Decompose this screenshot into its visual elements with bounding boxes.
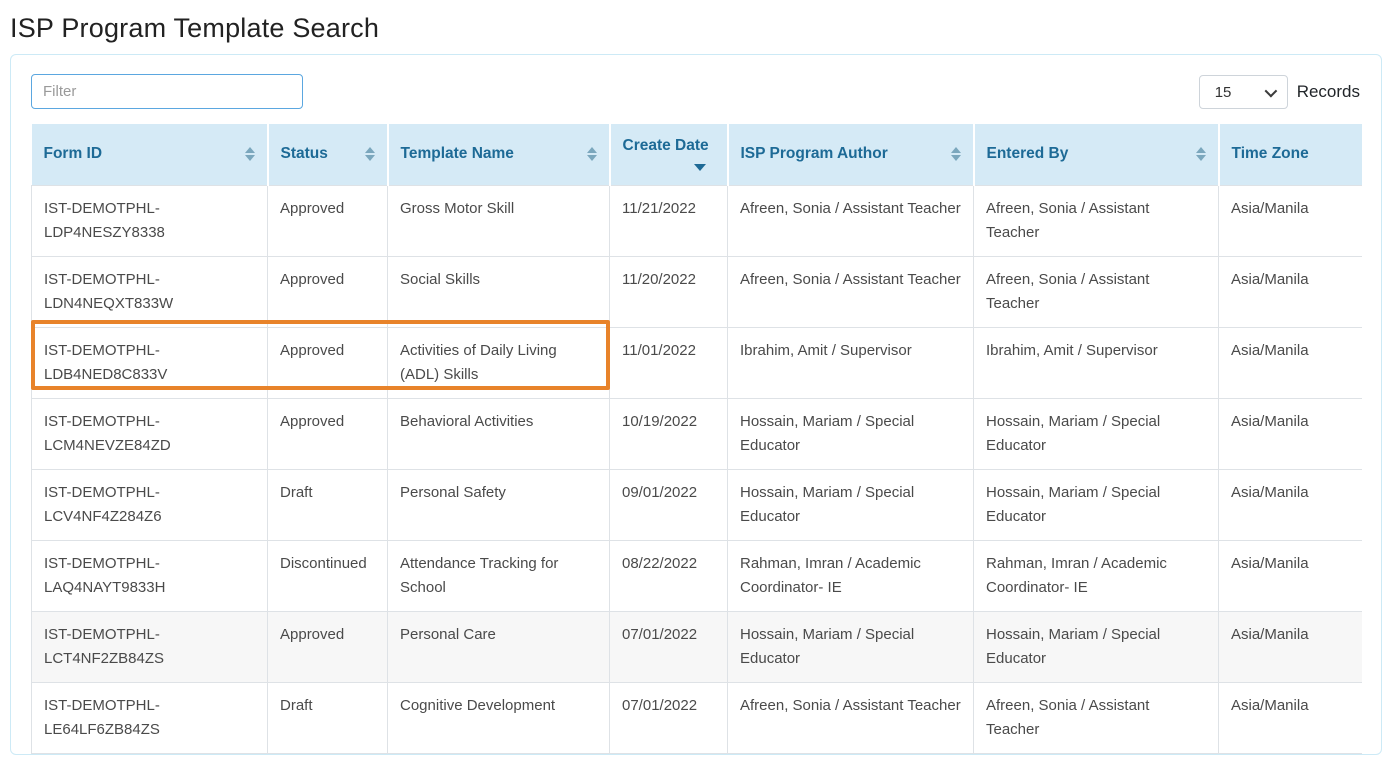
column-header-label: Form ID: [44, 145, 103, 163]
table-row[interactable]: IST-DEMOTPHL-LCV4NF4Z284Z6DraftPersonal …: [32, 469, 1363, 540]
cell-template-name: Gross Motor Skill: [388, 185, 610, 256]
page-title: ISP Program Template Search: [10, 13, 1392, 44]
cell-template-name: Personal Care: [388, 611, 610, 682]
cell-author: Hossain, Mariam / Special Educator: [728, 611, 974, 682]
cell-author: Hossain, Mariam / Special Educator: [728, 469, 974, 540]
sort-desc-icon: [694, 164, 706, 171]
column-header-form-id[interactable]: Form ID: [32, 124, 268, 185]
cell-status: Draft: [268, 469, 388, 540]
cell-create-date: 08/22/2022: [610, 540, 728, 611]
sort-icon: [365, 147, 375, 161]
cell-status: Approved: [268, 256, 388, 327]
cell-time-zone: Asia/Manila: [1219, 185, 1363, 256]
column-header-template-name[interactable]: Template Name: [388, 124, 610, 185]
filter-input[interactable]: [31, 74, 303, 109]
sort-icon: [1196, 147, 1206, 161]
cell-create-date: 11/20/2022: [610, 256, 728, 327]
table-row[interactable]: IST-DEMOTPHL-LDB4NED8C833VApprovedActivi…: [32, 327, 1363, 398]
column-header-label: Status: [281, 145, 328, 163]
cell-entered-by: Hossain, Mariam / Special Educator: [974, 469, 1219, 540]
table-row[interactable]: IST-DEMOTPHL-LDP4NESZY8338ApprovedGross …: [32, 185, 1363, 256]
cell-create-date: 11/21/2022: [610, 185, 728, 256]
cell-author: Hossain, Mariam / Special Educator: [728, 398, 974, 469]
cell-entered-by: Hossain, Mariam / Special Educator: [974, 398, 1219, 469]
cell-template-name: Personal Safety: [388, 469, 610, 540]
cell-author: Ibrahim, Amit / Supervisor: [728, 327, 974, 398]
cell-author: Rahman, Imran / Academic Coordinator- IE: [728, 540, 974, 611]
sort-icon: [245, 147, 255, 161]
cell-template-name: Activities of Daily Living (ADL) Skills: [388, 327, 610, 398]
table-row[interactable]: IST-DEMOTPHL-LAQ4NAYT9833HDiscontinuedAt…: [32, 540, 1363, 611]
cell-form-id: IST-DEMOTPHL-LCT4NF2ZB84ZS: [32, 611, 268, 682]
cell-entered-by: Afreen, Sonia / Assistant Teacher: [974, 256, 1219, 327]
table-header-row: Form ID Status Template Name: [32, 124, 1363, 185]
cell-author: Afreen, Sonia / Assistant Teacher: [728, 256, 974, 327]
cell-form-id: IST-DEMOTPHL-LDN4NEQXT833W: [32, 256, 268, 327]
cell-template-name: Social Skills: [388, 256, 610, 327]
sort-icon: [587, 147, 597, 161]
column-header-label: ISP Program Author: [741, 145, 888, 163]
sort-icon: [951, 147, 961, 161]
table-row[interactable]: IST-DEMOTPHL-LCT4NF2ZB84ZSApprovedPerson…: [32, 611, 1363, 682]
cell-status: Discontinued: [268, 540, 388, 611]
chevron-down-icon: [1264, 84, 1277, 97]
cell-template-name: Cognitive Development: [388, 682, 610, 753]
search-results-panel: 15 Records Form ID: [10, 54, 1382, 755]
cell-entered-by: Afreen, Sonia / Assistant Teacher: [974, 185, 1219, 256]
cell-entered-by: Hossain, Mariam / Special Educator: [974, 611, 1219, 682]
results-table: Form ID Status Template Name: [31, 124, 1362, 754]
records-label: Records: [1297, 82, 1360, 102]
cell-create-date: 07/01/2022: [610, 682, 728, 753]
column-header-label: Time Zone: [1232, 145, 1309, 163]
cell-author: Afreen, Sonia / Assistant Teacher: [728, 682, 974, 753]
cell-status: Approved: [268, 611, 388, 682]
column-header-entered-by[interactable]: Entered By: [974, 124, 1219, 185]
cell-time-zone: Asia/Manila: [1219, 540, 1363, 611]
cell-status: Approved: [268, 398, 388, 469]
results-table-container: Form ID Status Template Name: [31, 124, 1362, 754]
cell-create-date: 09/01/2022: [610, 469, 728, 540]
records-per-page-select[interactable]: 15: [1199, 75, 1288, 109]
cell-status: Draft: [268, 682, 388, 753]
column-header-label: Entered By: [987, 145, 1069, 163]
cell-time-zone: Asia/Manila: [1219, 682, 1363, 753]
cell-form-id: IST-DEMOTPHL-LDP4NESZY8338: [32, 185, 268, 256]
table-row[interactable]: IST-DEMOTPHL-LDN4NEQXT833WApprovedSocial…: [32, 256, 1363, 327]
cell-create-date: 07/01/2022: [610, 611, 728, 682]
table-row[interactable]: IST-DEMOTPHL-LCM4NEVZE84ZDApprovedBehavi…: [32, 398, 1363, 469]
cell-time-zone: Asia/Manila: [1219, 469, 1363, 540]
column-header-label: Create Date: [623, 137, 715, 155]
cell-author: Afreen, Sonia / Assistant Teacher: [728, 185, 974, 256]
cell-form-id: IST-DEMOTPHL-LCV4NF4Z284Z6: [32, 469, 268, 540]
cell-time-zone: Asia/Manila: [1219, 327, 1363, 398]
records-per-page-group: 15 Records: [1199, 75, 1360, 109]
cell-entered-by: Ibrahim, Amit / Supervisor: [974, 327, 1219, 398]
toolbar: 15 Records: [11, 55, 1381, 109]
cell-form-id: IST-DEMOTPHL-LCM4NEVZE84ZD: [32, 398, 268, 469]
column-header-isp-program-author[interactable]: ISP Program Author: [728, 124, 974, 185]
cell-template-name: Behavioral Activities: [388, 398, 610, 469]
column-header-label: Template Name: [401, 145, 514, 163]
cell-time-zone: Asia/Manila: [1219, 611, 1363, 682]
column-header-status[interactable]: Status: [268, 124, 388, 185]
cell-form-id: IST-DEMOTPHL-LE64LF6ZB84ZS: [32, 682, 268, 753]
column-header-create-date[interactable]: Create Date: [610, 124, 728, 185]
table-row[interactable]: IST-DEMOTPHL-LE64LF6ZB84ZSDraftCognitive…: [32, 682, 1363, 753]
cell-entered-by: Rahman, Imran / Academic Coordinator- IE: [974, 540, 1219, 611]
cell-create-date: 10/19/2022: [610, 398, 728, 469]
cell-entered-by: Afreen, Sonia / Assistant Teacher: [974, 682, 1219, 753]
cell-template-name: Attendance Tracking for School: [388, 540, 610, 611]
cell-status: Approved: [268, 327, 388, 398]
cell-time-zone: Asia/Manila: [1219, 256, 1363, 327]
cell-time-zone: Asia/Manila: [1219, 398, 1363, 469]
cell-form-id: IST-DEMOTPHL-LDB4NED8C833V: [32, 327, 268, 398]
cell-create-date: 11/01/2022: [610, 327, 728, 398]
column-header-time-zone[interactable]: Time Zone: [1219, 124, 1363, 185]
records-per-page-value: 15: [1215, 84, 1232, 101]
cell-form-id: IST-DEMOTPHL-LAQ4NAYT9833H: [32, 540, 268, 611]
cell-status: Approved: [268, 185, 388, 256]
